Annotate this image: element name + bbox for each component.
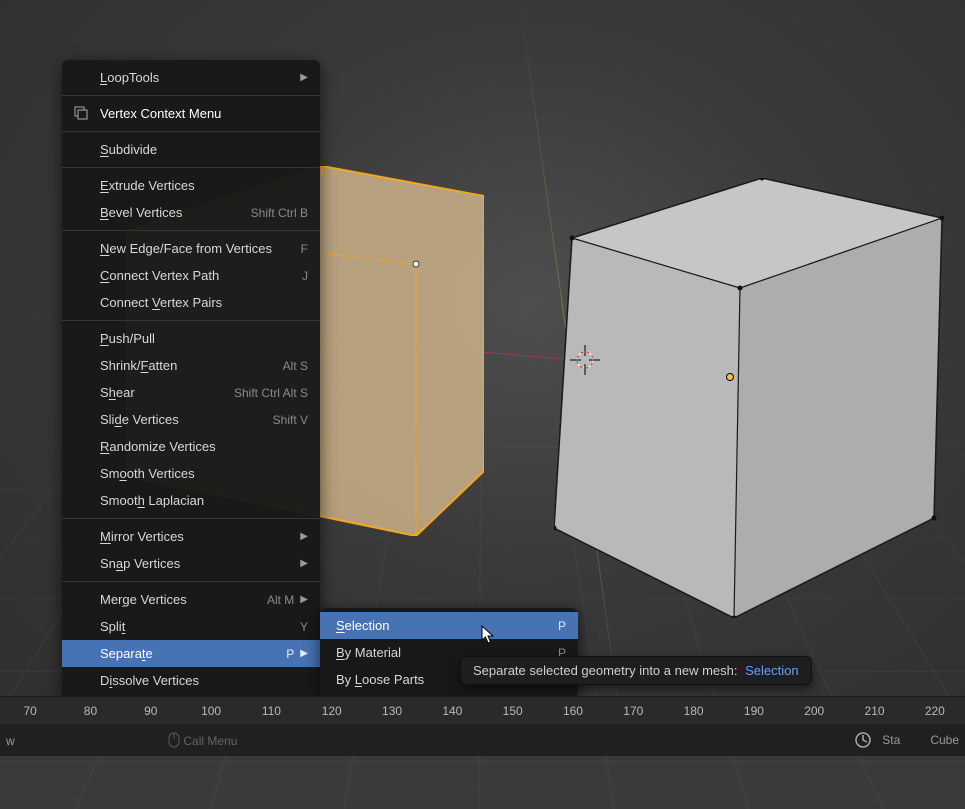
timeline-tick: 70 (0, 704, 60, 718)
timeline-tick: 120 (302, 704, 362, 718)
menu-item-extrude-vertices[interactable]: Extrude Vertices (62, 172, 320, 199)
status-call-menu: Call Menu (183, 734, 237, 748)
menu-separator (62, 95, 320, 96)
chevron-right-icon: ▶ (300, 558, 308, 569)
timeline-ruler[interactable]: 70 80 90 100 110 120 130 140 150 160 170… (0, 696, 965, 724)
menu-separator (62, 230, 320, 231)
menu-separator (62, 167, 320, 168)
vertex-context-menu: LoopTools ▶ Vertex Context Menu Subdivid… (62, 60, 320, 725)
timeline-tick: 210 (844, 704, 904, 718)
status-start-label[interactable]: Sta (882, 733, 900, 747)
timeline-tick: 110 (241, 704, 301, 718)
timeline-tick: 170 (603, 704, 663, 718)
timeline-tick: 140 (422, 704, 482, 718)
menu-item-connect-vertex-pairs[interactable]: Connect Vertex Pairs (62, 289, 320, 316)
mouse-icon (168, 734, 183, 748)
status-bar: w Call Menu Sta Cube (0, 724, 965, 756)
tooltip-text: Separate selected geometry into a new me… (473, 663, 737, 678)
shortcut-label: P (286, 647, 294, 661)
timeline-tick: 200 (784, 704, 844, 718)
tooltip-value: Selection (745, 663, 798, 678)
menu-item-new-edge-face[interactable]: New Edge/Face from Vertices F (62, 235, 320, 262)
rewind-icon[interactable] (854, 731, 872, 749)
menu-item-bevel-vertices[interactable]: Bevel Vertices Shift Ctrl B (62, 199, 320, 226)
menu-item-slide-vertices[interactable]: Slide Vertices Shift V (62, 406, 320, 433)
menu-header: Vertex Context Menu (62, 100, 320, 127)
shortcut-label: P (558, 619, 566, 633)
context-menu-icon (74, 106, 88, 120)
menu-item-connect-vertex-path[interactable]: Connect Vertex Path J (62, 262, 320, 289)
timeline-tick: 80 (60, 704, 120, 718)
timeline-tick: 130 (362, 704, 422, 718)
timeline-tick: 100 (181, 704, 241, 718)
tooltip: Separate selected geometry into a new me… (460, 656, 812, 685)
timeline-tick: 160 (543, 704, 603, 718)
menu-separator (62, 131, 320, 132)
chevron-right-icon: ▶ (300, 72, 308, 83)
chevron-right-icon: ▶ (300, 531, 308, 542)
status-hint-left: w (6, 734, 15, 748)
submenu-item-selection[interactable]: Selection P (320, 612, 578, 639)
menu-item-push-pull[interactable]: Push/Pull (62, 325, 320, 352)
chevron-right-icon: ▶ (300, 648, 308, 659)
menu-item-split[interactable]: Split Y (62, 613, 320, 640)
timeline-tick: 180 (663, 704, 723, 718)
menu-item-mirror-vertices[interactable]: Mirror Vertices ▶ (62, 523, 320, 550)
menu-item-smooth-vertices[interactable]: Smooth Vertices (62, 460, 320, 487)
shortcut-label: Alt S (283, 359, 308, 373)
timeline-tick: 220 (905, 704, 965, 718)
menu-item-snap-vertices[interactable]: Snap Vertices ▶ (62, 550, 320, 577)
menu-separator (62, 581, 320, 582)
menu-item-looptools[interactable]: LoopTools ▶ (62, 64, 320, 91)
cursor-3d-icon (570, 345, 600, 375)
menu-item-shear[interactable]: Shear Shift Ctrl Alt S (62, 379, 320, 406)
menu-item-randomize-vertices[interactable]: Randomize Vertices (62, 433, 320, 460)
shortcut-label: F (301, 242, 308, 256)
chevron-right-icon: ▶ (300, 594, 308, 605)
menu-item-shrink-fatten[interactable]: Shrink/Fatten Alt S (62, 352, 320, 379)
shortcut-label: Shift Ctrl Alt S (234, 386, 308, 400)
shortcut-label: J (302, 269, 308, 283)
shortcut-label: Shift V (273, 413, 308, 427)
menu-item-merge-vertices[interactable]: Merge Vertices Alt M ▶ (62, 586, 320, 613)
timeline-tick: 150 (483, 704, 543, 718)
timeline-tick: 90 (121, 704, 181, 718)
status-object-name: Cube (930, 733, 959, 747)
menu-item-separate[interactable]: Separate P ▶ (62, 640, 320, 667)
timeline-tick: 190 (724, 704, 784, 718)
shortcut-label: Y (300, 620, 308, 634)
menu-item-smooth-laplacian[interactable]: Smooth Laplacian (62, 487, 320, 514)
menu-item-dissolve-vertices[interactable]: Dissolve Vertices (62, 667, 320, 694)
menu-item-subdivide[interactable]: Subdivide (62, 136, 320, 163)
menu-header-label: Vertex Context Menu (100, 106, 308, 121)
menu-separator (62, 320, 320, 321)
menu-separator (62, 518, 320, 519)
shortcut-label: Alt M (267, 593, 294, 607)
object-origin-dot (727, 374, 733, 380)
shortcut-label: Shift Ctrl B (251, 206, 308, 220)
